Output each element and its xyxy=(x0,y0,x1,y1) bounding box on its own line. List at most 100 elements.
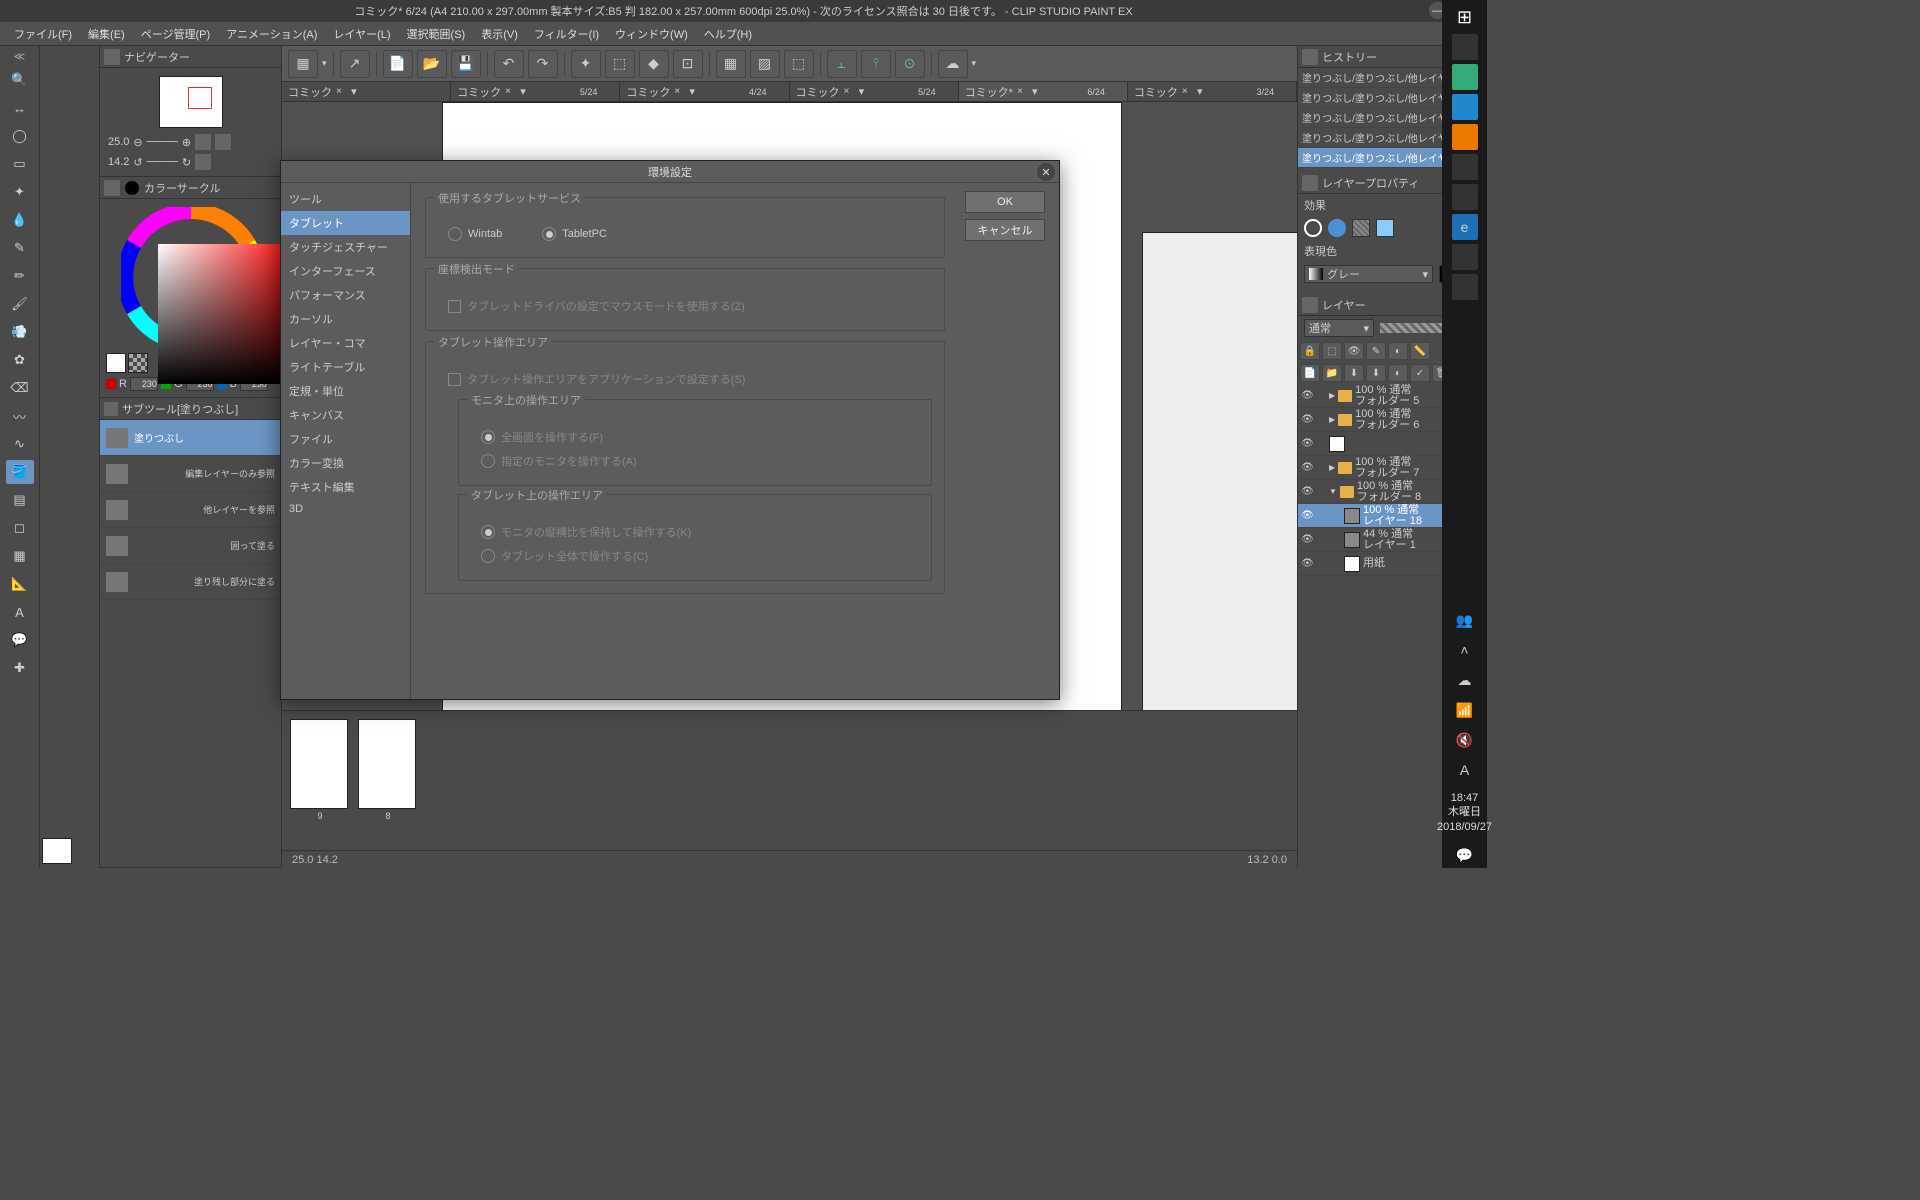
chevron-left-icon[interactable]: ≪ xyxy=(0,46,39,66)
tray-people-icon[interactable]: 👥 xyxy=(1452,607,1478,633)
tab-dropdown-icon[interactable]: ▾ xyxy=(1027,85,1043,98)
fill-icon[interactable]: ◆ xyxy=(639,50,669,78)
tabletpc-radio[interactable]: TabletPC xyxy=(542,227,607,241)
eye-icon[interactable]: 👁 xyxy=(1301,438,1313,449)
edge-icon[interactable]: e xyxy=(1452,214,1478,240)
pref-category[interactable]: テキスト編集 xyxy=(281,475,410,499)
magnifier-tool-icon[interactable]: 🔍 xyxy=(6,68,34,92)
eye-icon[interactable]: 👁 xyxy=(1301,390,1313,401)
tray-volume-icon[interactable]: 🔇 xyxy=(1452,727,1478,753)
tray-wifi-icon[interactable]: 📶 xyxy=(1452,697,1478,723)
tab-dropdown-icon[interactable]: ▾ xyxy=(515,85,531,98)
undo-icon[interactable]: ↶ xyxy=(494,50,524,78)
color-swatch[interactable] xyxy=(42,838,72,864)
pref-category[interactable]: カーソル xyxy=(281,307,410,331)
tone-effect-icon[interactable] xyxy=(1328,219,1346,237)
menu-anim[interactable]: アニメーション(A) xyxy=(218,23,325,45)
pref-category[interactable]: カラー変換 xyxy=(281,451,410,475)
layer-mask-icon[interactable]: ◐ xyxy=(1388,342,1408,360)
pref-category[interactable]: タブレット xyxy=(281,211,410,235)
marquee-tool-icon[interactable]: ▭ xyxy=(6,152,34,176)
layer-clip-icon[interactable]: ⬚ xyxy=(1322,342,1342,360)
pref-category[interactable]: パフォーマンス xyxy=(281,283,410,307)
move-tool-icon[interactable]: ↔ xyxy=(6,96,34,120)
pref-category[interactable]: ファイル xyxy=(281,427,410,451)
task-icon[interactable] xyxy=(1452,34,1478,60)
new-icon[interactable]: 📄 xyxy=(383,50,413,78)
subtool-item[interactable]: 編集レイヤーのみ参照 xyxy=(100,456,281,492)
blend-tool-icon[interactable]: 〰 xyxy=(6,404,34,428)
close-tab-icon[interactable]: × xyxy=(674,86,680,97)
deco-tool-icon[interactable]: ✿ xyxy=(6,348,34,372)
fill-tool-icon[interactable]: 🪣 xyxy=(6,460,34,484)
ruler-tool-icon[interactable]: 📐 xyxy=(6,572,34,596)
share-icon[interactable]: ↗ xyxy=(340,50,370,78)
navigator-thumbnail[interactable] xyxy=(159,76,223,128)
close-tab-icon[interactable]: × xyxy=(505,86,511,97)
task-icon[interactable] xyxy=(1452,184,1478,210)
task-icon[interactable] xyxy=(1452,244,1478,270)
layer-draft-icon[interactable]: ✎ xyxy=(1366,342,1386,360)
task-icon[interactable] xyxy=(1452,64,1478,90)
close-tab-icon[interactable]: × xyxy=(1182,86,1188,97)
menu-filter[interactable]: フィルター(I) xyxy=(526,23,607,45)
reset-rotation-icon[interactable] xyxy=(195,154,211,170)
wintab-radio[interactable]: Wintab xyxy=(448,227,502,241)
subtool-item[interactable]: 囲って塗る xyxy=(100,528,281,564)
color-wheel[interactable] xyxy=(121,207,261,347)
palette-menu-icon[interactable] xyxy=(104,49,120,65)
menu-file[interactable]: ファイル(F) xyxy=(6,23,80,45)
expr-select[interactable]: グレー▾ xyxy=(1304,265,1433,283)
merge-down-icon[interactable]: ⬇ xyxy=(1366,364,1386,382)
menu-window[interactable]: ウィンドウ(W) xyxy=(607,23,696,45)
clear-outside-icon[interactable]: ⬚ xyxy=(605,50,635,78)
tab-dropdown-icon[interactable]: ▾ xyxy=(346,85,362,98)
menu-edit[interactable]: 編集(E) xyxy=(80,23,133,45)
doc-tab[interactable]: コミック*6/24×▾ xyxy=(959,82,1128,101)
csp-menu-icon[interactable]: ▦ xyxy=(288,50,318,78)
brush-tool-icon[interactable]: 🖌 xyxy=(6,292,34,316)
redo-icon[interactable]: ↷ xyxy=(528,50,558,78)
snap-symmetry-icon[interactable]: ⫯ xyxy=(861,50,891,78)
blend-select[interactable]: 通常▾ xyxy=(1304,319,1374,337)
subtool-item[interactable]: 塗りつぶし xyxy=(100,420,281,456)
action-center-icon[interactable]: 💬 xyxy=(1452,842,1478,868)
doc-tab[interactable]: コミック5/24×▾ xyxy=(451,82,620,101)
eye-icon[interactable]: 👁 xyxy=(1301,510,1313,521)
dialog-close-icon[interactable]: ✕ xyxy=(1037,163,1055,181)
fit-icon[interactable] xyxy=(195,134,211,150)
doc-tab[interactable]: コミック4/24×▾ xyxy=(620,82,789,101)
close-tab-icon[interactable]: × xyxy=(844,86,850,97)
tray-up-icon[interactable]: ˄ xyxy=(1452,637,1478,663)
page-thumb[interactable] xyxy=(358,719,416,809)
tab-dropdown-icon[interactable]: ▾ xyxy=(684,85,700,98)
snap-perspective-icon[interactable]: ⫠ xyxy=(827,50,857,78)
fg-color-swatch[interactable] xyxy=(106,353,126,373)
close-tab-icon[interactable]: × xyxy=(336,86,342,97)
transform-icon[interactable]: ⊡ xyxy=(673,50,703,78)
menu-view[interactable]: 表示(V) xyxy=(473,23,526,45)
pencil-tool-icon[interactable]: ✏ xyxy=(6,264,34,288)
snap-grid-icon[interactable]: ▦ xyxy=(716,50,746,78)
snap-ruler-icon[interactable]: ▨ xyxy=(750,50,780,78)
subtool-item[interactable]: 他レイヤーを参照 xyxy=(100,492,281,528)
pref-category[interactable]: 定規・単位 xyxy=(281,379,410,403)
doc-tab[interactable]: コミック5/24×▾ xyxy=(790,82,959,101)
expression-color-icon[interactable] xyxy=(1376,219,1394,237)
ok-button[interactable]: OK xyxy=(965,191,1045,213)
wand-tool-icon[interactable]: ✦ xyxy=(6,180,34,204)
eye-icon[interactable]: 👁 xyxy=(1301,534,1313,545)
pen-tool-icon[interactable]: ✎ xyxy=(6,236,34,260)
page-thumb[interactable] xyxy=(290,719,348,809)
menu-help[interactable]: ヘルプ(H) xyxy=(696,23,760,45)
history-menu-icon[interactable] xyxy=(1302,49,1318,65)
windows-start-icon[interactable]: ⊞ xyxy=(1452,4,1478,30)
layer-color-icon[interactable] xyxy=(1352,219,1370,237)
liquify-tool-icon[interactable]: ∿ xyxy=(6,432,34,456)
eye-icon[interactable]: 👁 xyxy=(1301,558,1313,569)
layerprop-menu-icon[interactable] xyxy=(1302,175,1318,191)
frame-tool-icon[interactable]: ▦ xyxy=(6,544,34,568)
lasso-tool-icon[interactable]: ◯ xyxy=(6,124,34,148)
new-folder-icon[interactable]: 📁 xyxy=(1322,364,1342,382)
open-icon[interactable]: 📂 xyxy=(417,50,447,78)
